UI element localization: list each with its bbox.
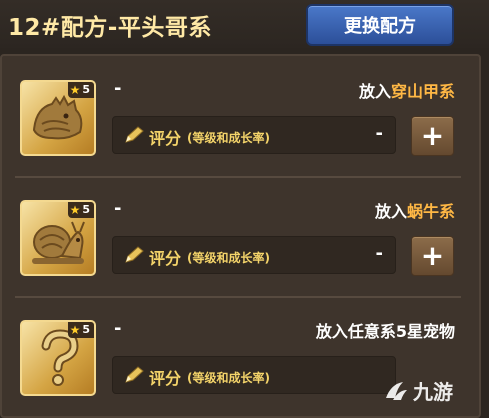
star-badge: ★ 5 [67,82,94,98]
star-count: 5 [82,203,90,216]
recipe-title: 12#配方-平头哥系 [8,15,212,41]
star-icon: ★ [69,323,81,337]
put-prefix: 放入 [358,82,391,101]
put-type: 穿山甲系 [390,82,455,101]
score-value: - [375,243,383,264]
jiuyou-logo-icon [386,381,407,400]
score-bar: 评分 (等级和成长率) - [112,116,396,154]
put-prefix: 放入任意系5星宠物 [315,322,455,341]
score-sub-label: (等级和成长率) [187,251,270,265]
watermark-text: 九游 [413,380,453,404]
star-count: 5 [82,323,90,336]
score-bar: 评分 (等级和成长率) [112,356,396,394]
score-label: 评分 [149,369,182,388]
slot-row-1: ★ 5 - 放入穿山甲系 评分 (等级和成长率) - + [0,56,489,176]
put-requirement: 放入穿山甲系 [359,78,455,102]
score-label: 评分 [149,129,182,148]
score-label: 评分 [149,249,182,268]
star-icon: ★ [69,203,81,217]
pen-icon [125,246,144,263]
watermark: 九游 [383,376,453,405]
pen-icon [125,366,144,383]
put-requirement: 放入蜗牛系 [375,198,455,222]
score-value: - [375,123,383,144]
star-badge: ★ 5 [67,322,94,338]
add-pet-button[interactable]: + [411,116,454,156]
put-requirement: 放入任意系5星宠物 [316,318,455,342]
star-icon: ★ [69,83,81,97]
add-pet-button[interactable]: + [411,236,454,276]
score-bar: 评分 (等级和成长率) - [112,236,396,274]
pen-icon [125,126,144,143]
pet-name: - [114,318,122,339]
change-recipe-button[interactable]: 更换配方 [306,4,454,46]
score-sub-label: (等级和成长率) [187,131,270,145]
pet-slot-2[interactable]: ★ 5 [20,200,96,276]
put-type: 蜗牛系 [406,202,455,221]
header-bar: 12#配方-平头哥系 更换配方 [0,0,489,48]
slot-row-2: ★ 5 - 放入蜗牛系 评分 (等级和成长率) - + [0,176,489,296]
put-prefix: 放入 [374,202,407,221]
score-sub-label: (等级和成长率) [187,371,270,385]
pet-name: - [114,78,122,99]
pet-name: - [114,198,122,219]
pet-slot-3[interactable]: ★ 5 [20,320,96,396]
star-count: 5 [82,83,90,96]
pet-slot-1[interactable]: ★ 5 [20,80,96,156]
star-badge: ★ 5 [67,202,94,218]
